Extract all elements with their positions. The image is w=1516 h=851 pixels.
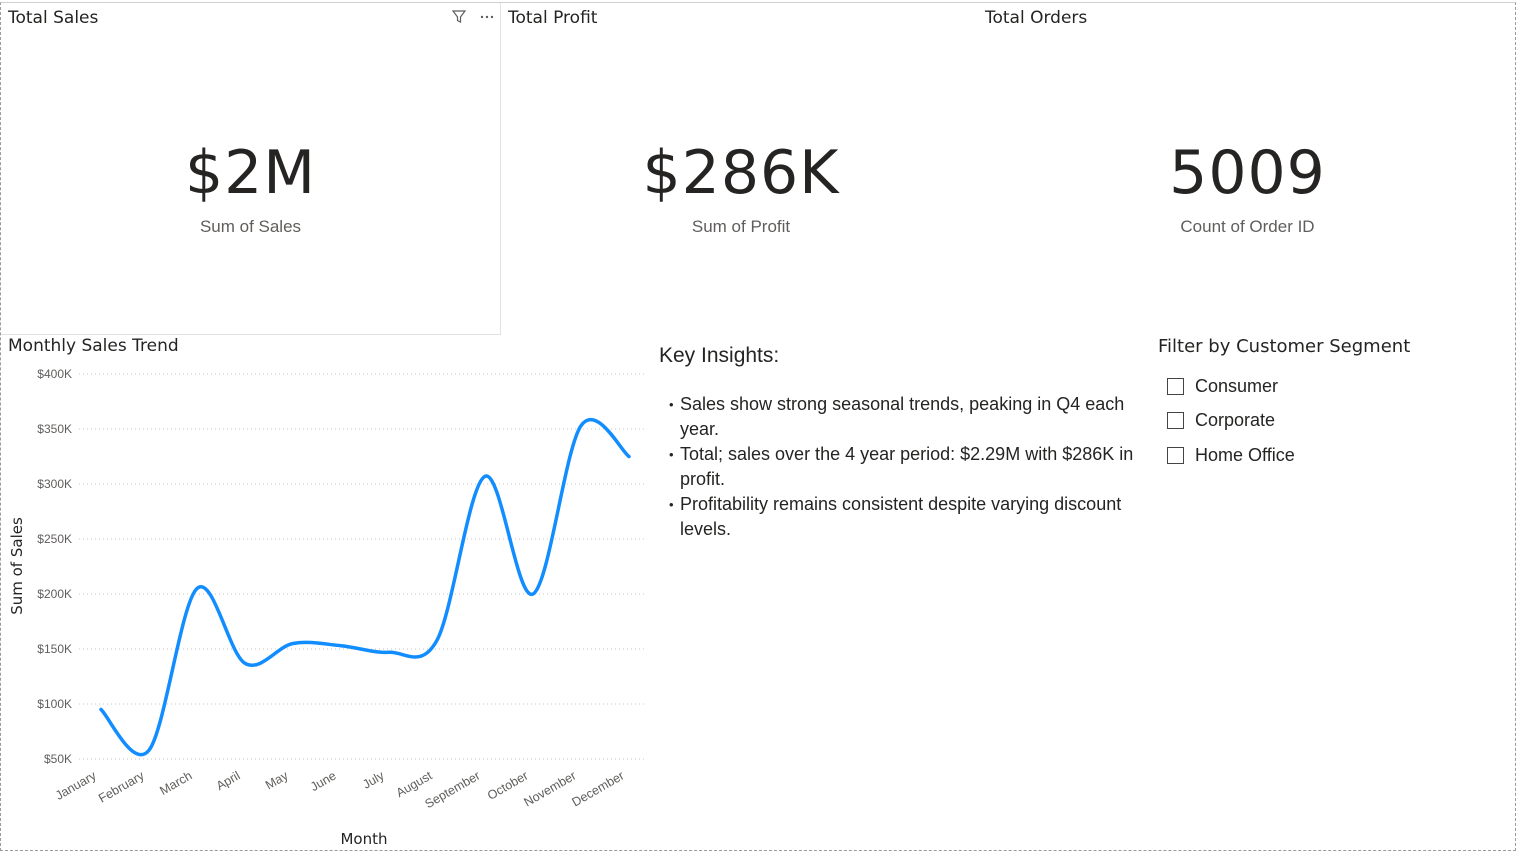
- slicer-options: Consumer Corporate Home Office: [1167, 369, 1295, 473]
- checkbox[interactable]: [1167, 377, 1184, 395]
- x-tick-label: June: [308, 768, 339, 794]
- slicer-option-home-office[interactable]: Home Office: [1167, 438, 1295, 473]
- slicer-option-label: Corporate: [1195, 410, 1276, 431]
- filter-icon[interactable]: [450, 8, 468, 26]
- y-tick-label: $200K: [37, 587, 72, 601]
- slicer-option-label: Consumer: [1195, 375, 1279, 396]
- y-tick-label: $250K: [37, 532, 72, 546]
- checkbox[interactable]: [1167, 412, 1184, 430]
- slicer-option-consumer[interactable]: Consumer: [1167, 369, 1295, 404]
- kpi-value: $286K: [642, 138, 840, 208]
- slicer-option-corporate[interactable]: Corporate: [1167, 404, 1295, 439]
- x-tick-label: April: [214, 768, 243, 793]
- total-sales-card[interactable]: Total Sales $2M Sum of Sales: [1, 3, 501, 335]
- kpi-label: Sum of Profit: [691, 217, 791, 236]
- y-tick-label: $100K: [37, 697, 72, 711]
- y-tick-label: $350K: [37, 422, 72, 436]
- kpi-value: $2M: [184, 138, 317, 208]
- checkbox[interactable]: [1167, 446, 1184, 464]
- visual-header: [450, 8, 496, 26]
- x-tick-label: September: [423, 768, 483, 811]
- card-title: Total Profit: [508, 8, 598, 28]
- y-tick-label: $150K: [37, 642, 72, 656]
- x-tick-label: February: [96, 768, 147, 806]
- total-orders-card[interactable]: Total Orders 5009 Count of Order ID: [981, 3, 1514, 333]
- y-tick-label: $300K: [37, 477, 72, 491]
- kpi-label: Count of Order ID: [1180, 217, 1315, 236]
- y-axis-title: Sum of Sales: [8, 517, 26, 615]
- total-profit-card[interactable]: Total Profit $286K Sum of Profit: [501, 3, 981, 333]
- kpi-value: 5009: [1169, 138, 1326, 208]
- insights-list: Sales show strong seasonal trends, peaki…: [669, 392, 1149, 542]
- y-tick-label: $50K: [44, 752, 72, 766]
- insight-item: Total; sales over the 4 year period: $2.…: [669, 442, 1149, 492]
- y-tick-label: $400K: [37, 367, 72, 381]
- slicer-title: Filter by Customer Segment: [1158, 336, 1411, 357]
- key-insights-textbox: Key Insights: Sales show strong seasonal…: [655, 340, 1155, 580]
- more-options-icon[interactable]: [478, 8, 496, 26]
- insight-item: Profitability remains consistent despite…: [669, 492, 1149, 542]
- monthly-sales-trend-chart[interactable]: Monthly Sales Trend $50K $100K $150K $200K $…: [1, 334, 651, 849]
- x-tick-label: December: [570, 768, 627, 809]
- sales-series-line: [99, 417, 631, 757]
- line-chart-svg: $50K $100K $150K $200K $250K $300K $350K $400K J…: [8, 367, 647, 848]
- x-tick-label: January: [53, 768, 99, 803]
- kpi-label: Sum of Sales: [199, 217, 302, 236]
- x-axis-title: Month: [340, 830, 387, 848]
- card-title: Total Sales: [8, 8, 99, 28]
- customer-segment-slicer: Filter by Customer Segment Consumer Corp…: [1152, 334, 1512, 484]
- x-tick-label: November: [522, 768, 579, 809]
- slicer-option-label: Home Office: [1195, 444, 1295, 465]
- x-tick-label: March: [157, 768, 194, 798]
- x-tick-label: May: [263, 768, 291, 792]
- insight-item: Sales show strong seasonal trends, peaki…: [669, 392, 1149, 442]
- insights-title: Key Insights:: [659, 344, 780, 367]
- x-tick-label: July: [360, 768, 387, 792]
- card-title: Total Orders: [985, 8, 1088, 28]
